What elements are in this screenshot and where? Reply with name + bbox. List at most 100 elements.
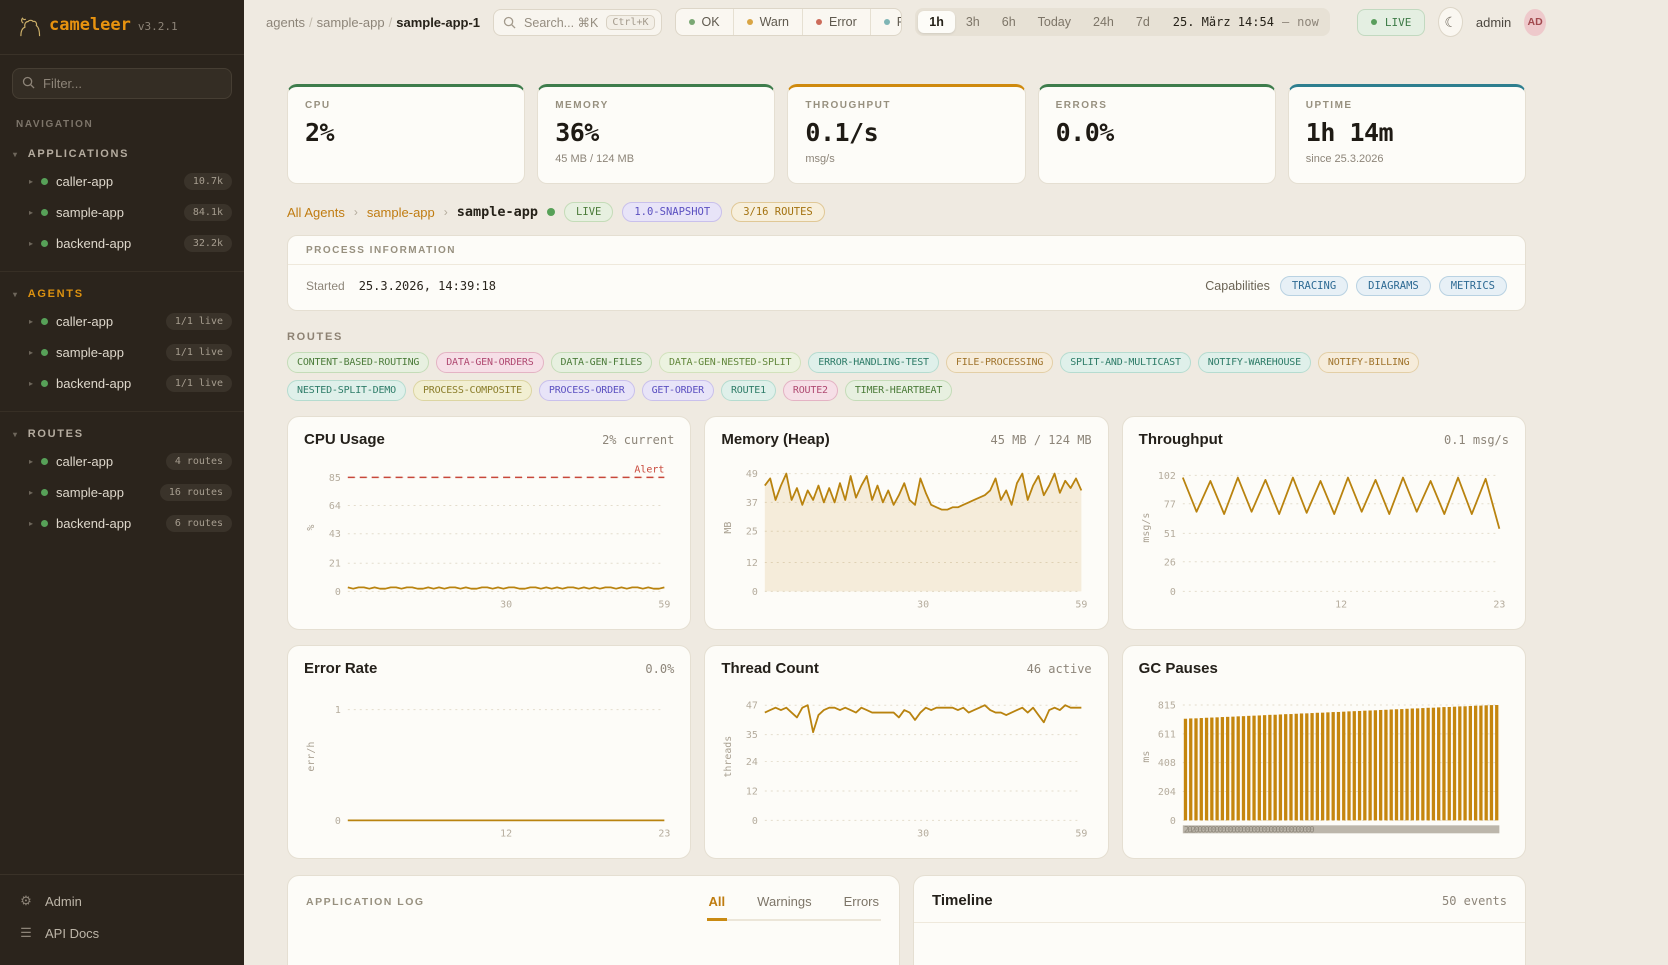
log-tabs: All Warnings Errors [707,894,881,921]
chart-canvas: 021436485Alert%3059 [304,454,674,611]
log-tab-all[interactable]: All [707,894,728,921]
chevron-right-icon: ▸ [29,317,33,326]
chart-title: CPU Usage [304,431,385,448]
metric-value: 0.0% [1056,118,1258,147]
chart-title: GC Pauses [1139,660,1218,677]
route-chip-notify-warehouse[interactable]: NOTIFY-WAREHOUSE [1198,352,1311,373]
breadcrumb-item[interactable]: agents [266,15,305,30]
application-log-panel: APPLICATION LOG All Warnings Errors [287,875,900,965]
metric-card-cpu: CPU 2% [287,84,525,184]
top-header: agents/sample-app/sample-app-1 Search...… [244,0,1546,44]
route-chip-timer-heartbeat[interactable]: TIMER-HEARTBEAT [845,380,952,401]
app-logo: cameleer v3.2.1 [0,0,244,55]
status-filter-warn[interactable]: Warn [733,9,802,35]
status-dot-icon [41,240,48,247]
charts-row-2: Error Rate 0.0% 01err/h1223 Thread Count… [287,645,1526,859]
live-badge[interactable]: LIVE [1357,9,1426,36]
sidebar-item-agents-caller-app[interactable]: ▸ caller-app 1/1 live [0,306,244,337]
route-chip-process-composite[interactable]: PROCESS-COMPOSITE [413,380,532,401]
sidebar-item-routes-sample-app[interactable]: ▸ sample-app 16 routes [0,477,244,508]
route-chip-content-based-routing[interactable]: CONTENT-BASED-ROUTING [287,352,429,373]
route-chip-file-processing[interactable]: FILE-PROCESSING [946,352,1053,373]
chevron-right-icon: ▸ [29,348,33,357]
svg-text:26: 26 [1164,557,1176,568]
svg-text:815: 815 [1158,700,1176,711]
time-range-24h[interactable]: 24h [1082,11,1125,33]
chevron-right-icon: ▸ [29,239,33,248]
dashboard-content: CPU 2% MEMORY 36% 45 MB / 124 MB THROUGH… [244,44,1546,965]
sidebar-item-routes-caller-app[interactable]: ▸ caller-app 4 routes [0,446,244,477]
svg-text:30: 30 [917,828,929,839]
svg-text:0: 0 [752,816,758,827]
svg-text:12: 12 [1335,599,1347,610]
count-badge: 6 routes [166,515,232,532]
route-chip-notify-billing[interactable]: NOTIFY-BILLING [1318,352,1420,373]
sidebar-item-routes-backend-app[interactable]: ▸ backend-app 6 routes [0,508,244,539]
svg-text:0: 0 [335,816,341,827]
dark-mode-toggle[interactable]: ☾ [1438,7,1463,37]
status-dot-icon [41,520,48,527]
sidebar: cameleer v3.2.1 NAVIGATION ▾APPLICATIONS… [0,0,244,965]
status-dot-icon [41,209,48,216]
metric-label: CPU [305,100,507,111]
capability-badge-tracing: TRACING [1280,276,1348,296]
time-range-7d[interactable]: 7d [1125,11,1161,33]
search-input[interactable]: Search... ⌘K Ctrl+K [493,9,661,36]
metric-value: 36% [555,118,757,147]
sidebar-item-applications-caller-app[interactable]: ▸ caller-app 10.7k [0,166,244,197]
route-chip-nested-split-demo[interactable]: NESTED-SPLIT-DEMO [287,380,406,401]
sidebar-section-header-agents[interactable]: ▾AGENTS [0,280,244,306]
chart-card-cpu-usage: CPU Usage 2% current 021436485Alert%3059 [287,416,691,630]
sidebar-item-agents-sample-app[interactable]: ▸ sample-app 1/1 live [0,337,244,368]
route-chip-error-handling-test[interactable]: ERROR-HANDLING-TEST [808,352,939,373]
agent-link-all-agents[interactable]: All Agents [287,205,345,220]
application-log-title: APPLICATION LOG [306,896,425,921]
search-icon [22,76,35,89]
date-range-label[interactable]: 25. März 14:54 [1161,15,1282,29]
time-range-group: 1h 3h 6h Today 24h 7d25. März 14:54—now [915,8,1330,36]
sidebar-item-applications-backend-app[interactable]: ▸ backend-app 32.2k [0,228,244,259]
status-filter-ok[interactable]: OK [676,9,733,35]
sidebar-section-header-applications[interactable]: ▾APPLICATIONS [0,140,244,166]
sidebar-section-header-routes[interactable]: ▾ROUTES [0,420,244,446]
filter-input[interactable] [12,68,232,99]
current-agent-name: sample-app [457,204,538,220]
metric-card-errors: ERRORS 0.0% [1038,84,1276,184]
avatar[interactable]: AD [1524,9,1546,36]
sidebar-footer-admin[interactable]: ⚙ Admin [0,885,244,917]
log-tab-errors[interactable]: Errors [842,894,881,919]
route-chip-split-and-multicast[interactable]: SPLIT-AND-MULTICAST [1060,352,1191,373]
svg-text:1: 1 [335,705,341,716]
time-range-1h[interactable]: 1h [918,11,955,33]
route-chip-route1[interactable]: ROUTE1 [721,380,776,401]
svg-text:30: 30 [500,599,512,610]
metric-subtext: since 25.3.2026 [1306,153,1508,165]
route-chip-get-order[interactable]: GET-ORDER [642,380,714,401]
breadcrumb-separator: / [385,15,397,30]
count-badge: 1/1 live [166,313,232,330]
route-chip-data-gen-nested-split[interactable]: DATA-GEN-NESTED-SPLIT [659,352,801,373]
route-chip-process-order[interactable]: PROCESS-ORDER [539,380,635,401]
svg-text:21: 21 [329,559,341,570]
sidebar-item-agents-backend-app[interactable]: ▸ backend-app 1/1 live [0,368,244,399]
status-filter-error[interactable]: Error [802,9,870,35]
svg-text:Alert: Alert [634,464,664,475]
sidebar-footer: ⚙ Admin ☰ API Docs [0,874,244,965]
status-filter-running[interactable]: Running [870,9,902,35]
time-range-today[interactable]: Today [1027,11,1082,33]
svg-text:24: 24 [746,757,758,768]
log-tab-warnings[interactable]: Warnings [755,894,813,919]
sidebar-item-applications-sample-app[interactable]: ▸ sample-app 84.1k [0,197,244,228]
time-range-6h[interactable]: 6h [991,11,1027,33]
main-area: agents/sample-app/sample-app-1 Search...… [244,0,1668,965]
date-range-now: now [1297,15,1327,29]
sidebar-footer-api-docs[interactable]: ☰ API Docs [0,917,244,949]
chevron-down-icon: ▾ [13,290,19,299]
chart-card-gc-pauses: GC Pauses 0204408611815ms202000000000000… [1122,645,1526,859]
route-chip-data-gen-orders[interactable]: DATA-GEN-ORDERS [436,352,543,373]
breadcrumb-item[interactable]: sample-app [317,15,385,30]
time-range-3h[interactable]: 3h [955,11,991,33]
route-chip-data-gen-files[interactable]: DATA-GEN-FILES [551,352,653,373]
route-chip-route2[interactable]: ROUTE2 [783,380,838,401]
agent-link-sample-app[interactable]: sample-app [367,205,435,220]
